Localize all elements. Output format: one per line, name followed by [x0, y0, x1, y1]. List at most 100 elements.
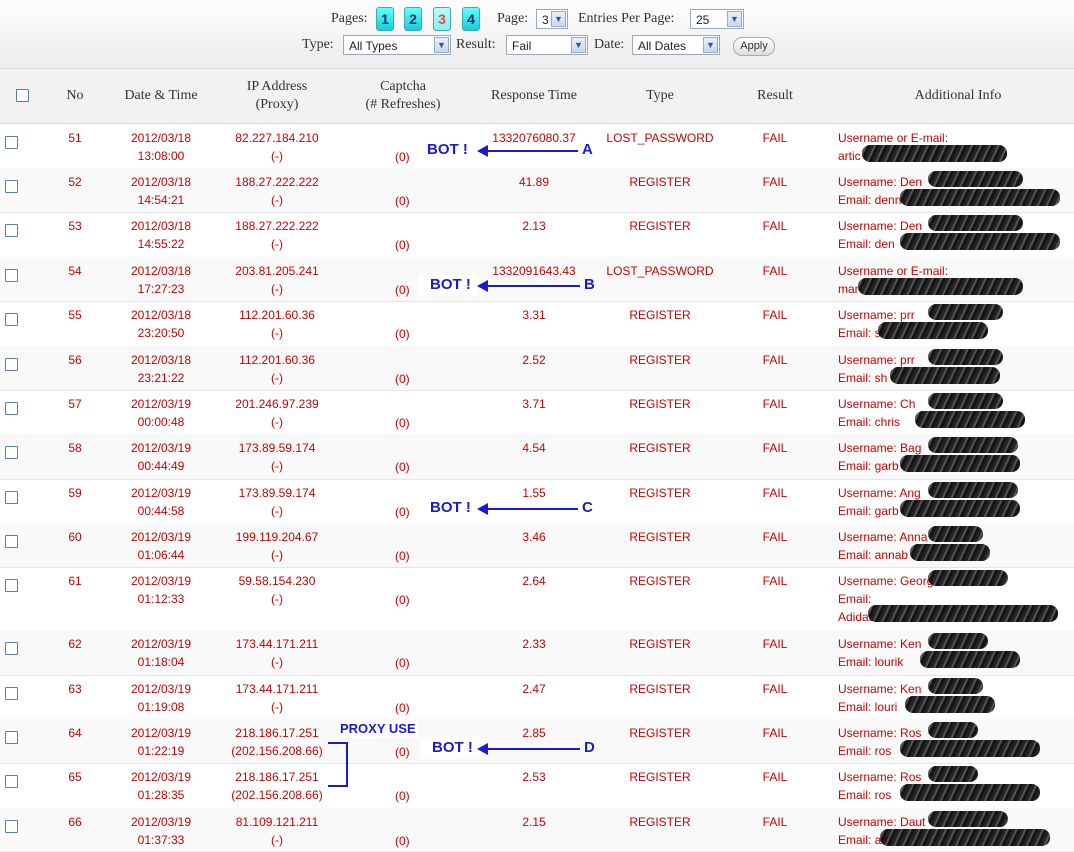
- col-ip-address[interactable]: IP Address: [222, 78, 332, 96]
- row-info-line-2: artic: [838, 149, 861, 163]
- row-checkbox[interactable]: [5, 180, 18, 193]
- table-row: 53 2012/03/18 14:55:22 188.27.222.222 (-) (0)…: [0, 212, 1074, 258]
- row-checkbox[interactable]: [5, 313, 18, 326]
- redaction-scribble: [928, 570, 1008, 586]
- row-checkbox[interactable]: [5, 535, 18, 548]
- row-proxy: (-): [271, 504, 283, 518]
- row-ip: 173.44.171.211: [235, 637, 319, 651]
- page-select[interactable]: 3 ▼: [536, 9, 568, 29]
- row-ip: 218.186.17.251: [235, 770, 319, 784]
- row-time: 23:21:22: [137, 371, 185, 385]
- page-link-3-current[interactable]: 3: [433, 7, 451, 31]
- row-no: 65: [68, 770, 82, 784]
- row-date: 2012/03/19: [130, 486, 192, 500]
- row-type: LOST_PASSWORD: [606, 264, 714, 278]
- row-proxy: (-): [271, 655, 283, 669]
- row-no: 58: [68, 441, 82, 455]
- result-select[interactable]: Fail ▼: [506, 35, 588, 55]
- page-link-4[interactable]: 4: [462, 7, 480, 31]
- row-checkbox[interactable]: [5, 820, 18, 833]
- row-proxy: (-): [271, 548, 283, 562]
- row-type: LOST_PASSWORD: [606, 131, 714, 145]
- row-response-time: 41.89: [518, 175, 550, 189]
- col-response-time[interactable]: Response Time: [474, 87, 594, 105]
- row-proxy: (-): [271, 237, 283, 251]
- entries-per-page-select[interactable]: 25 ▼: [690, 9, 744, 29]
- apply-button[interactable]: Apply: [733, 37, 775, 56]
- row-checkbox[interactable]: [5, 402, 18, 415]
- row-date: 2012/03/18: [130, 308, 192, 322]
- chevron-down-icon: ▼: [727, 11, 742, 27]
- row-no: 66: [68, 815, 82, 829]
- row-response-time: 2.33: [522, 637, 546, 651]
- row-checkbox[interactable]: [5, 446, 18, 459]
- row-checkbox[interactable]: [5, 491, 18, 504]
- row-checkbox[interactable]: [5, 775, 18, 788]
- redaction-scribble: [900, 233, 1060, 250]
- row-no: 61: [68, 574, 82, 588]
- row-no: 62: [68, 637, 82, 651]
- row-result: FAIL: [762, 353, 788, 367]
- row-time: 00:44:49: [137, 459, 185, 473]
- row-ip: 59.58.154.230: [238, 574, 316, 588]
- row-captcha: (0): [395, 505, 410, 519]
- bracket-vertical: [346, 742, 348, 786]
- entries-per-page-label: Entries Per Page:: [578, 11, 675, 26]
- annotation-letter: C: [582, 499, 593, 516]
- row-type: REGISTER: [629, 530, 691, 544]
- date-select[interactable]: All Dates ▼: [632, 35, 720, 55]
- type-select[interactable]: All Types ▼: [343, 35, 451, 55]
- col-no[interactable]: No: [50, 87, 100, 105]
- row-result: FAIL: [762, 574, 788, 588]
- row-response-time: 3.46: [522, 530, 546, 544]
- row-type: REGISTER: [629, 486, 691, 500]
- row-checkbox[interactable]: [5, 358, 18, 371]
- table-row: 60 2012/03/19 01:06:44 199.119.204.67 (-) (0)…: [0, 523, 1074, 568]
- chevron-down-icon: ▼: [571, 37, 586, 53]
- row-response-time: 3.31: [522, 308, 546, 322]
- col-captcha[interactable]: Captcha: [350, 78, 456, 96]
- date-label: Date:: [594, 37, 625, 52]
- row-checkbox[interactable]: [5, 687, 18, 700]
- row-checkbox[interactable]: [5, 136, 18, 149]
- col-datetime[interactable]: Date & Time: [110, 87, 212, 105]
- row-checkbox[interactable]: [5, 642, 18, 655]
- row-ip: 201.246.97.239: [235, 397, 319, 411]
- table-row: 55 2012/03/18 23:20:50 112.201.60.36 (-) (0) 3…: [0, 301, 1074, 347]
- row-date: 2012/03/19: [130, 770, 192, 784]
- redaction-scribble: [858, 278, 1023, 295]
- row-result: FAIL: [762, 308, 788, 322]
- row-response-time: 2.52: [522, 353, 546, 367]
- row-info-line-2: Email: garb: [838, 504, 899, 518]
- row-time: 01:12:33: [137, 592, 185, 606]
- chevron-down-icon: ▼: [434, 37, 449, 53]
- row-captcha: (0): [395, 549, 410, 563]
- row-proxy: (-): [271, 415, 283, 429]
- row-checkbox[interactable]: [5, 269, 18, 282]
- row-time: 00:44:58: [137, 504, 185, 518]
- row-date: 2012/03/19: [130, 682, 192, 696]
- row-checkbox[interactable]: [5, 579, 18, 592]
- row-type: REGISTER: [629, 770, 691, 784]
- page-link-1[interactable]: 1: [376, 7, 394, 31]
- row-response-time: 3.71: [522, 397, 546, 411]
- table-header: No Date & Time IP Address (Proxy) Captch…: [0, 69, 1074, 124]
- row-checkbox[interactable]: [5, 224, 18, 237]
- row-no: 55: [68, 308, 82, 322]
- bot-label: BOT !: [430, 276, 471, 293]
- row-captcha: (0): [395, 656, 410, 670]
- col-result[interactable]: Result: [730, 87, 820, 105]
- row-date: 2012/03/19: [130, 637, 192, 651]
- col-type[interactable]: Type: [610, 87, 710, 105]
- page-link-2[interactable]: 2: [404, 7, 422, 31]
- row-ip: 112.201.60.36: [239, 308, 315, 322]
- row-proxy: (-): [271, 193, 283, 207]
- row-type: REGISTER: [629, 574, 691, 588]
- redaction-scribble: [900, 500, 1020, 517]
- select-all-checkbox[interactable]: [16, 89, 29, 102]
- row-checkbox[interactable]: [5, 731, 18, 744]
- table-row: 52 2012/03/18 14:54:21 188.27.222.222 (-) (0)…: [0, 168, 1074, 213]
- row-captcha: (0): [395, 372, 410, 386]
- row-date: 2012/03/18: [130, 131, 192, 145]
- row-result: FAIL: [762, 397, 788, 411]
